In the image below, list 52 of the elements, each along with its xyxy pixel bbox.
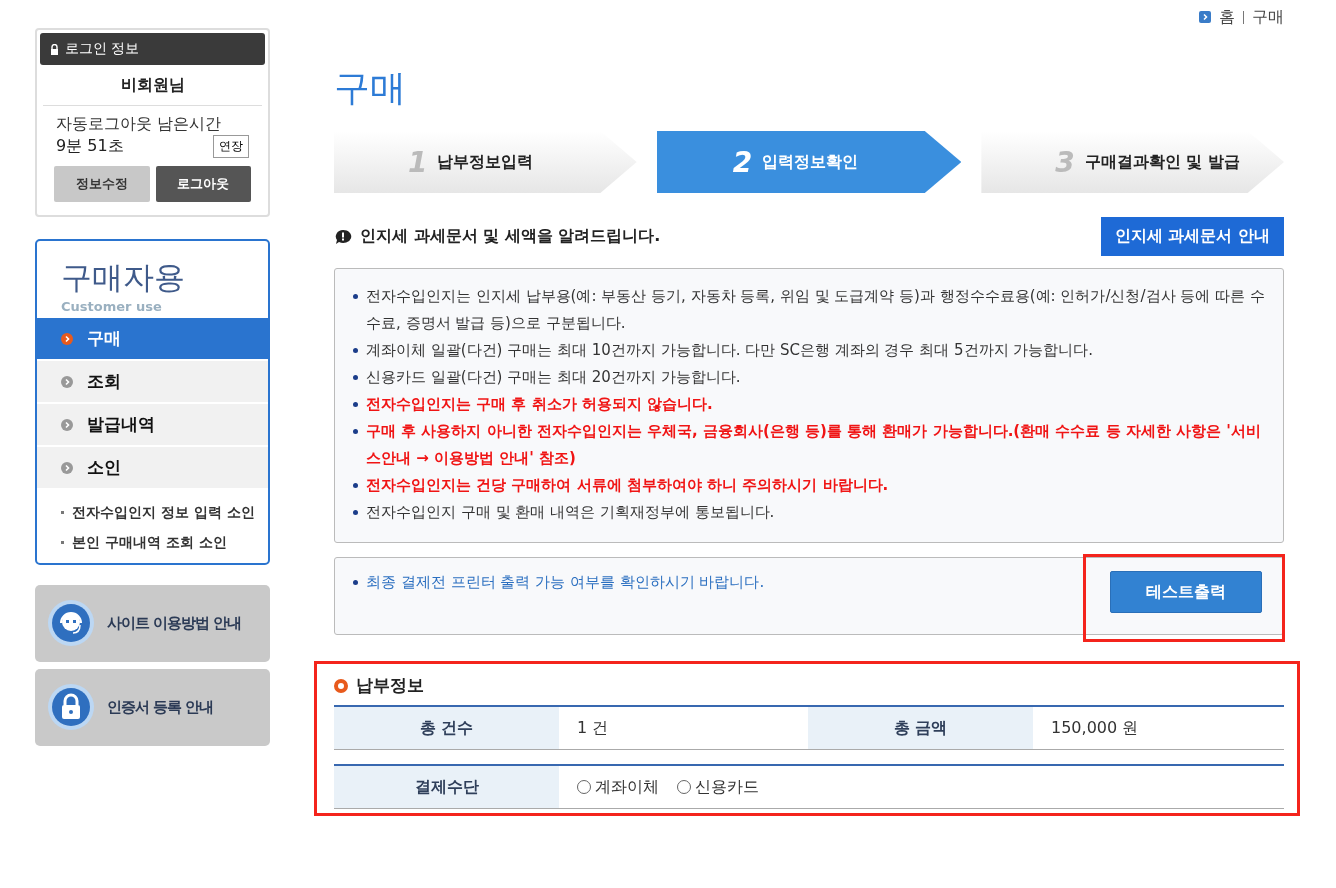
tax-guide-button[interactable]: 인지세 과세문서 안내 [1100, 217, 1284, 256]
guide-banner[interactable]: 사이트 이용방법 안내 [35, 584, 270, 662]
table-header-cell: 결제수단 [334, 766, 559, 808]
banner-label: 인증서 등록 안내 [107, 697, 214, 717]
breadcrumb-link[interactable]: 홈 [1219, 6, 1235, 28]
table-cell-text: 1 건 [576, 716, 610, 739]
chevron-circle-icon [61, 418, 73, 431]
account-button[interactable]: 정보수정 [54, 166, 150, 202]
padlock-icon [47, 683, 95, 732]
table-header-cell: 총 금액 [808, 707, 1033, 749]
sidebar-item[interactable]: 소인 [37, 445, 268, 488]
chevron-circle-icon [61, 461, 73, 474]
banner-label: 사이트 이용방법 안내 [107, 613, 242, 633]
table-cell-text: 150,000 원 [1050, 716, 1140, 739]
chevron-circle-icon [61, 375, 73, 388]
info-item: 전자수입인지는 구매 후 취소가 허용되지 않습니다. [366, 394, 713, 415]
user-name: 비회원님 [43, 65, 262, 106]
payment-method-radio[interactable]: 신용카드 [677, 776, 759, 798]
login-title: 로그인 정보 [65, 40, 140, 58]
ring-bullet-icon [334, 678, 348, 693]
progress-step: 2 입력정보확인 [656, 131, 962, 193]
section-title: 납부정보 [356, 674, 424, 697]
sidebar-item[interactable]: 구매 [37, 318, 268, 359]
test-print-button[interactable]: 테스트출력 [1110, 571, 1262, 613]
lock-icon [50, 43, 59, 55]
menu-subtitle: Customer use [60, 299, 163, 316]
sidebar-subitem[interactable]: 전자수입인지 정보 입력 소인 [72, 502, 255, 523]
info-item: 전자수입인지는 건당 구매하여 서류에 첨부하여야 하니 주의하시기 바랍니다. [366, 475, 889, 496]
info-item: 계좌이체 일괄(다건) 구매는 최대 10건까지 가능합니다. 다만 SC은행 계좌의 경우 최대 5건까지 가능합니다. [366, 340, 1094, 361]
payment-method-radio[interactable]: 계좌이체 [577, 776, 659, 798]
info-item: 전자수입인지 구매 및 환매 내역은 기획재정부에 통보됩니다. [366, 502, 775, 523]
print-check-text: 최종 결제전 프린터 출력 가능 여부를 확인하시기 바랍니다. [366, 572, 765, 592]
menu-title: 구매자용 [60, 258, 186, 297]
sidebar-item[interactable]: 조회 [37, 359, 268, 402]
guide-banner[interactable]: 인증서 등록 안내 [35, 668, 270, 746]
info-item: 신용카드 일괄(다건) 구매는 최대 20건까지 가능합니다. [366, 367, 741, 388]
account-button[interactable]: 로그아웃 [155, 166, 251, 202]
arrow-square-icon [1199, 11, 1211, 23]
timer-value: 9분 51초 [56, 136, 124, 157]
timer-label: 자동로그아웃 남은시간 [55, 113, 223, 135]
exclamation-bubble-icon [334, 228, 352, 245]
breadcrumb-link[interactable]: 구매 [1252, 6, 1284, 28]
sidebar-item[interactable]: 발급내역 [37, 402, 268, 445]
extend-button[interactable]: 연장 [213, 135, 249, 158]
headset-person-icon [47, 599, 95, 648]
info-item: 전자수입인지는 인지세 납부용(예: 부동산 등기, 자동차 등록, 위임 및 도급계약 등)과 행정수수료용(예: 인허가/신청/검사 등에 따른 수수료, 증명서 발급 등)으로 구분됩니다. [366, 286, 1266, 334]
info-item: 구매 후 사용하지 아니한 전자수입인지는 우체국, 금융회사(은행 등)를 통해 환매가 가능합니다.(환매 수수료 등 자세한 사항은 '서비스안내 → 이용방법 안내' 참조) [366, 421, 1262, 469]
sidebar-subitem[interactable]: 본인 구매내역 조회 소인 [72, 532, 227, 553]
chevron-circle-icon [61, 332, 73, 345]
notice-text: 인지세 과세문서 및 세액을 알려드립니다. [360, 226, 661, 247]
page-title: 구매 [334, 66, 407, 110]
table-header-cell: 총 건수 [334, 707, 559, 749]
